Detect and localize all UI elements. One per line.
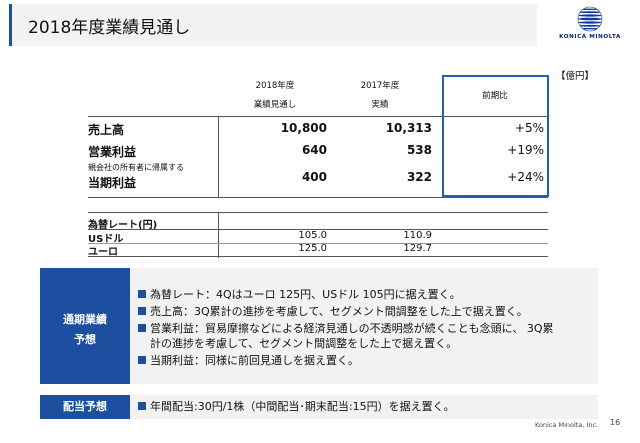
row-label-sales: 売上高: [88, 123, 125, 137]
forecast-label-box: 通期業績 予想: [40, 268, 130, 384]
globe-logo-icon: [577, 6, 603, 32]
forecast-bullet-continuation: 計の進捗を考慮して、セグメント間調整をした上で据え置く。: [150, 337, 458, 350]
bullet-square-icon: [138, 356, 146, 364]
forecast-bullet-text: 当期利益：同様に前回見通しを据え置く。: [150, 354, 359, 367]
forecast-label-line2: 予想: [74, 333, 96, 346]
row-label-net-profit: 当期利益: [88, 176, 137, 190]
operating-profit-yoy: +19%: [507, 143, 544, 157]
fx-top-rule: [88, 212, 548, 213]
forecast-bullet-text: 営業利益：貿易摩擦などによる経済見通しの不透明感が続くことも念頭に、 3Q累: [150, 322, 554, 335]
col-header-2018-desc: 業績見通し: [253, 100, 297, 110]
forecast-bullet: 当期利益：同様に前回見通しを据え置く。: [138, 354, 588, 368]
forecast-bullet: 為替レート：4Qはユーロ 125円、USドル 105円に据え置く。: [138, 288, 588, 302]
bullet-square-icon: [138, 290, 146, 298]
fx-eur-2017: 129.7: [403, 243, 432, 254]
operating-profit-2017: 538: [406, 143, 432, 157]
table-col-divider: [218, 116, 219, 198]
net-profit-yoy: +24%: [507, 170, 544, 184]
row-label-operating-profit: 営業利益: [88, 145, 137, 159]
forecast-bullet: 売上高：3Q累計の進捗を考慮して、セグメント間調整をした上で据え置く。: [138, 305, 588, 319]
sales-2017: 10,313: [385, 121, 432, 135]
col-header-2017-desc: 実績: [371, 100, 389, 110]
dividend-label: 配当予想: [63, 400, 107, 413]
fx-bottom-rule: [88, 256, 548, 257]
sales-yoy: +5%: [514, 121, 544, 135]
col-header-2017-year: 2017年度: [360, 81, 400, 91]
footer-company: Konica Minolta, Inc.: [535, 421, 599, 429]
fx-usd-2018: 105.0: [298, 230, 327, 241]
col-header-2018-year: 2018年度: [255, 81, 295, 91]
title-bar: 2018年度業績見通し: [9, 4, 537, 46]
page-number: 16: [610, 418, 621, 427]
table-top-rule: [88, 116, 548, 117]
bullet-square-icon: [138, 402, 146, 410]
forecast-label-line1: 通期業績: [63, 313, 107, 326]
table-bottom-rule: [88, 197, 548, 198]
fx-eur-2018: 125.0: [298, 243, 327, 254]
fx-col-divider: [218, 212, 219, 258]
forecast-bullet-text: 為替レート：4Qはユーロ 125円、USドル 105円に据え置く。: [150, 288, 461, 301]
fx-usd-2017: 110.9: [403, 230, 432, 241]
unit-label: 【億円】: [556, 71, 595, 82]
bullet-square-icon: [138, 324, 146, 332]
net-profit-2018: 400: [301, 170, 327, 184]
dividend-bullet: 年間配当:30円/1株（中間配当･期末配当:15円）を据え置く。: [138, 400, 588, 414]
forecast-bullet-text: 売上高：3Q累計の進捗を考慮して、セグメント間調整をした上で据え置く。: [150, 305, 528, 318]
page-title: 2018年度業績見通し: [28, 18, 191, 38]
company-logo: KONICA MINOLTA: [548, 6, 632, 46]
forecast-bullet: 営業利益：貿易摩擦などによる経済見通しの不透明感が続くことも念頭に、 3Q累: [138, 322, 588, 336]
dividend-text: 年間配当:30円/1株（中間配当･期末配当:15円）を据え置く。: [150, 400, 455, 413]
bullet-square-icon: [138, 307, 146, 315]
sales-2018: 10,800: [280, 121, 327, 135]
net-profit-2017: 322: [406, 170, 432, 184]
operating-profit-2018: 640: [301, 143, 327, 157]
dividend-label-box: 配当予想: [40, 395, 130, 419]
row-sublabel-net-profit: 親会社の所有者に帰属する: [88, 163, 184, 172]
logo-wordmark: KONICA MINOLTA: [559, 34, 621, 40]
